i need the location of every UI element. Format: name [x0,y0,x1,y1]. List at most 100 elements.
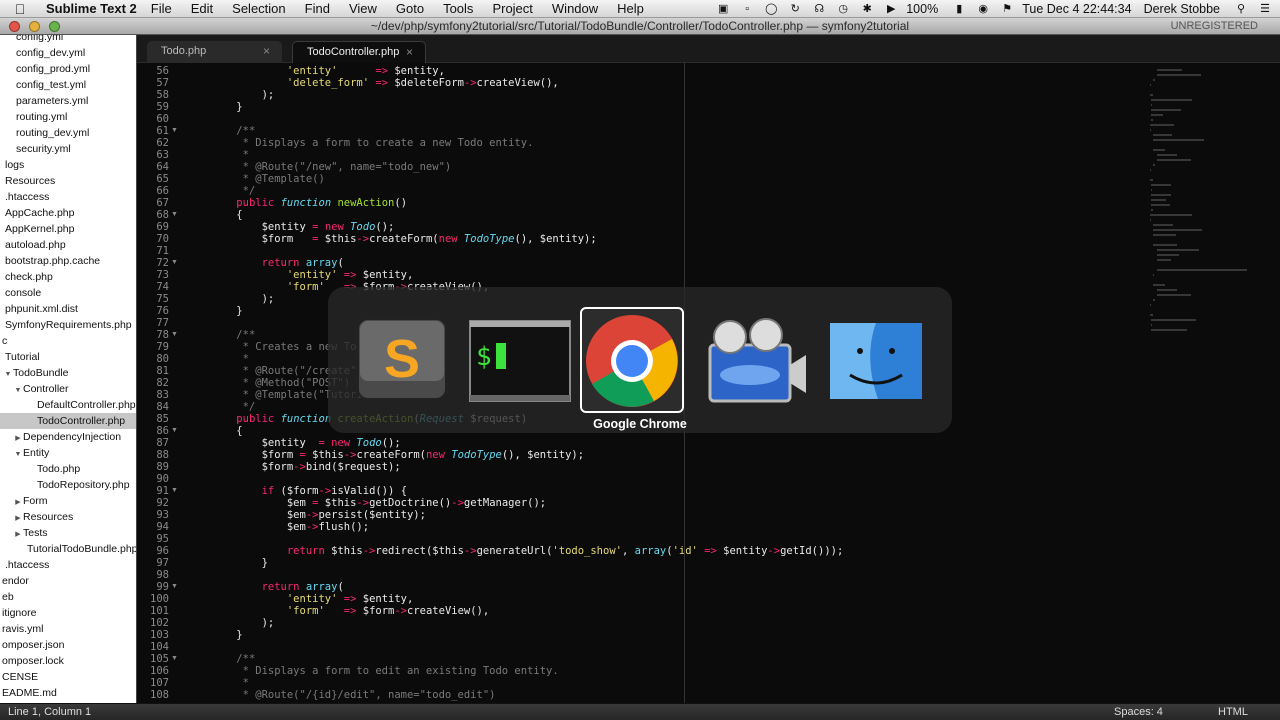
code-line[interactable]: ); [211,89,275,101]
code-line[interactable]: * Displays a form to edit an existing To… [211,665,559,677]
code-line[interactable]: $form->bind($request); [211,461,401,473]
code-line[interactable]: $em = $this->getDoctrine()->getManager()… [211,497,546,509]
sidebar-item[interactable]: config_test.yml [0,77,136,93]
fold-arrow-icon[interactable]: ▼ [171,331,178,338]
switcher-app-video[interactable] [704,315,808,411]
sidebar-item[interactable]: phpunit.xml.dist [0,301,136,317]
sidebar-item[interactable]: config_dev.yml [0,45,136,61]
code-line[interactable]: */ [211,185,256,197]
sidebar-item[interactable]: autoload.php [0,237,136,253]
sidebar-item[interactable]: CENSE [0,669,136,685]
code-line[interactable]: * [211,677,249,689]
sidebar-item[interactable]: omposer.lock [0,653,136,669]
sidebar-item[interactable]: eb [0,589,136,605]
clipboard-icon[interactable]: ▫ [738,3,756,15]
camera-icon[interactable]: ▣ [714,3,732,15]
menu-project[interactable]: Project [492,1,532,16]
sidebar-item[interactable]: endor [0,573,136,589]
menu-help[interactable]: Help [617,1,644,16]
tab-todo-php[interactable]: Todo.php × [147,41,282,63]
code-line[interactable]: $form = $this->createForm(new TodoType()… [211,233,597,245]
code-line[interactable]: /** [211,653,255,665]
sync-icon[interactable]: ↻ [786,3,804,15]
code-line[interactable]: return $this->redirect($this->generateUr… [211,545,843,557]
notification-center-icon[interactable]: ☰ [1256,3,1274,15]
minimap[interactable] [1147,63,1267,393]
sidebar-item[interactable]: ▶ Resources [0,509,136,525]
sidebar-item[interactable]: parameters.yml [0,93,136,109]
sidebar-item[interactable]: Resources [0,173,136,189]
sidebar-item[interactable]: console [0,285,136,301]
code-line[interactable]: * [211,353,249,365]
sidebar-item[interactable]: omposer.json [0,637,136,653]
sidebar-item[interactable]: ravis.yml [0,621,136,637]
sidebar-item[interactable]: bootstrap.php.cache [0,253,136,269]
sidebar-item[interactable]: logs [0,157,136,173]
code-line[interactable]: * @Route("/new", name="todo_new") [211,161,452,173]
sidebar-item[interactable]: ▼ Controller [0,381,136,397]
sidebar-item[interactable]: ▼ Entity [0,445,136,461]
code-line[interactable]: } [211,101,242,113]
code-line[interactable]: * Displays a form to create a new Todo e… [211,137,534,149]
menu-tools[interactable]: Tools [443,1,473,16]
code-line[interactable]: ); [211,617,275,629]
sidebar-item[interactable]: TutorialTodoBundle.php [0,541,136,557]
code-line[interactable]: $form = $this->createForm(new TodoType()… [211,449,584,461]
sidebar-item[interactable]: TodoController.php [0,413,136,429]
sidebar-item[interactable]: .htaccess [0,557,136,573]
sidebar-item[interactable]: ▶ Form [0,493,136,509]
code-line[interactable]: 'delete_form' => $deleteForm->createView… [211,77,559,89]
code-line[interactable]: { [211,425,242,437]
code-line[interactable]: { [211,209,242,221]
code-line[interactable]: public function newAction() [211,197,407,209]
menu-selection[interactable]: Selection [232,1,285,16]
shield-icon[interactable]: ◯ [762,3,780,15]
sidebar-item[interactable]: ▶ DependencyInjection [0,429,136,445]
sidebar-item[interactable]: AppCache.php [0,205,136,221]
menu-goto[interactable]: Goto [396,1,424,16]
sidebar-item[interactable]: itignore [0,605,136,621]
code-line[interactable]: 'entity' => $entity, [211,65,445,77]
fold-arrow-icon[interactable]: ▼ [171,259,178,266]
code-line[interactable]: * @Template() [211,173,325,185]
battery-icon[interactable]: ▮ [950,3,968,15]
code-line[interactable]: 'entity' => $entity, [211,593,413,605]
wifi-icon[interactable]: ◉ [974,3,992,15]
menu-view[interactable]: View [349,1,377,16]
sidebar-item[interactable]: routing_dev.yml [0,125,136,141]
syntax-mode[interactable]: HTML [1218,706,1248,718]
headphones-icon[interactable]: ☊ [810,3,828,15]
sidebar-item[interactable]: .htaccess [0,189,136,205]
menu-app-name[interactable]: Sublime Text 2 [46,1,137,16]
fold-arrow-icon[interactable]: ▼ [171,487,178,494]
menu-edit[interactable]: Edit [191,1,213,16]
bluetooth-icon[interactable]: ✱ [858,3,876,15]
menu-window[interactable]: Window [552,1,598,16]
menu-find[interactable]: Find [305,1,330,16]
switcher-app-google-chrome[interactable] [580,307,684,413]
sidebar-item[interactable]: EADME.md [0,685,136,701]
fold-arrow-icon[interactable]: ▼ [171,127,178,134]
battery-percent[interactable]: 100% [906,2,938,16]
code-line[interactable]: $entity = new Todo(); [211,221,395,233]
sidebar-item[interactable]: Tutorial [0,349,136,365]
code-line[interactable]: return array( [211,257,344,269]
tab-close-icon[interactable]: × [263,41,270,61]
code-line[interactable]: } [211,629,242,641]
code-line[interactable]: * [211,149,249,161]
input-flag-icon[interactable]: ⚑ [998,3,1016,15]
switcher-app-finder[interactable] [826,315,930,411]
indentation-setting[interactable]: Spaces: 4 [1114,706,1163,718]
code-line[interactable]: if ($form->isValid()) { [211,485,407,497]
sidebar-item[interactable]: config_prod.yml [0,61,136,77]
code-line[interactable]: /** [211,125,255,137]
code-line[interactable]: $em->flush(); [211,521,369,533]
switcher-app-terminal[interactable]: $ [468,315,572,411]
code-line[interactable]: return array( [211,581,344,593]
sidebar-item[interactable]: Todo.php [0,461,136,477]
sidebar-item[interactable]: SymfonyRequirements.php [0,317,136,333]
apple-icon[interactable]:  [10,1,30,17]
menubar-user[interactable]: Derek Stobbe [1144,2,1220,16]
code-line[interactable]: * @Route("/{id}/edit", name="todo_edit") [211,689,496,701]
code-line[interactable]: /** [211,329,255,341]
